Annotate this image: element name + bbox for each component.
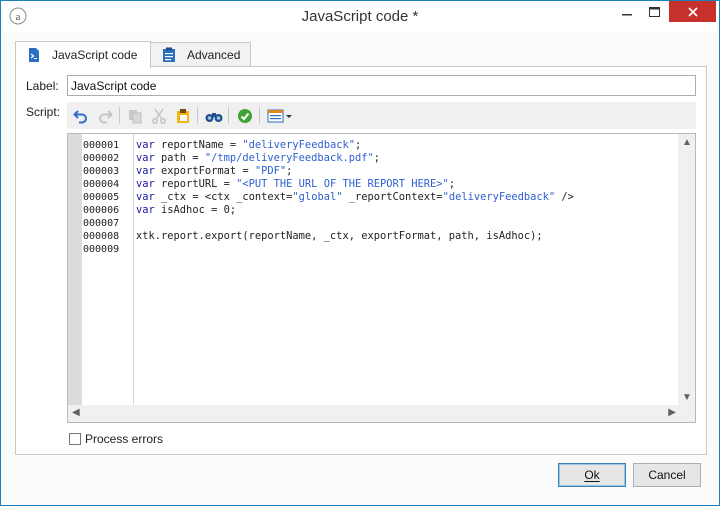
process-errors-checkbox[interactable] <box>69 433 81 445</box>
cut-button[interactable] <box>149 106 169 126</box>
window-title: JavaScript code * <box>301 8 419 25</box>
editor-margin <box>68 134 82 406</box>
title-bar[interactable]: a JavaScript code * <box>1 1 719 32</box>
line-number: 000001 <box>83 140 120 151</box>
line-number: 000002 <box>83 153 120 164</box>
binoculars-icon <box>205 113 223 122</box>
check-syntax-button[interactable] <box>235 106 255 126</box>
maximize-button[interactable] <box>641 1 667 22</box>
check-circle-icon <box>238 109 252 123</box>
process-errors-label[interactable]: Process errors <box>85 432 163 446</box>
redo-button[interactable] <box>95 106 115 126</box>
script-editor[interactable]: 000001 000002 000003 000004 000005 00000… <box>67 133 696 423</box>
horizontal-scrollbar[interactable]: ◀ ▶ <box>68 405 680 422</box>
code-line: var reportURL = "<PUT THE URL OF THE REP… <box>136 178 456 190</box>
scroll-right-icon[interactable]: ▶ <box>668 407 676 418</box>
toolbar-separator <box>228 107 229 124</box>
toolbar-separator <box>119 107 120 124</box>
scroll-left-icon[interactable]: ◀ <box>72 407 80 418</box>
toolbar-separator <box>197 107 198 124</box>
cancel-button[interactable]: Cancel <box>633 463 701 487</box>
scroll-up-icon[interactable]: ▲ <box>682 137 692 148</box>
ok-label: Ok <box>584 468 600 482</box>
script-toolbar <box>67 102 696 129</box>
line-number: 000003 <box>83 166 120 177</box>
line-number: 000009 <box>83 244 120 255</box>
clipboard-list-icon <box>163 47 175 62</box>
line-numbers: 000001 000002 000003 000004 000005 00000… <box>83 139 133 256</box>
code-line: var reportName = "deliveryFeedback"; <box>136 139 362 151</box>
dialog-window: a JavaScript code * JavaScript code Adva… <box>0 0 720 506</box>
close-icon <box>687 6 698 17</box>
undo-button[interactable] <box>71 106 91 126</box>
copy-icon <box>129 110 142 124</box>
script-caption: Script: <box>26 105 61 119</box>
insert-field-icon <box>267 109 292 123</box>
minimize-icon <box>622 13 632 15</box>
line-number: 000006 <box>83 205 120 216</box>
line-number: 000005 <box>83 192 120 203</box>
tab-label: JavaScript code <box>52 48 138 62</box>
ok-button[interactable]: Ok <box>558 463 626 487</box>
tab-panel: Label: Script: <box>15 66 707 455</box>
copy-button[interactable] <box>125 106 145 126</box>
code-line: xtk.report.export(reportName, _ctx, expo… <box>136 230 543 242</box>
toolbar-separator <box>259 107 260 124</box>
line-number: 000008 <box>83 231 120 242</box>
vertical-scrollbar[interactable]: ▲ ▼ <box>678 134 695 406</box>
code-line: var isAdhoc = 0; <box>136 204 237 216</box>
label-caption: Label: <box>26 79 59 93</box>
scroll-down-icon[interactable]: ▼ <box>682 392 692 403</box>
code-area[interactable]: var reportName = "deliveryFeedback"; var … <box>136 139 574 256</box>
code-line: var _ctx = <ctx _context="global" _repor… <box>136 191 574 203</box>
clipboard-icon <box>177 109 189 123</box>
line-number: 000007 <box>83 218 120 229</box>
scissors-icon <box>152 108 166 124</box>
find-button[interactable] <box>204 106 224 126</box>
tab-label: Advanced <box>187 48 241 62</box>
insert-dropdown-button[interactable] <box>266 106 296 126</box>
tab-advanced[interactable]: Advanced <box>150 42 251 67</box>
gutter-divider <box>133 134 134 406</box>
close-button[interactable] <box>669 1 716 22</box>
scrollbar-corner <box>678 405 695 422</box>
redo-icon <box>99 110 113 124</box>
code-line: var exportFormat = "PDF"; <box>136 165 293 177</box>
line-number: 000004 <box>83 179 120 190</box>
label-input[interactable] <box>67 75 696 96</box>
undo-icon <box>73 110 87 124</box>
maximize-icon <box>648 6 660 17</box>
code-line: var path = "/tmp/deliveryFeedback.pdf"; <box>136 152 380 164</box>
minimize-button[interactable] <box>614 1 640 22</box>
script-file-icon <box>29 48 39 62</box>
paste-button[interactable] <box>173 106 193 126</box>
tab-javascript-code[interactable]: JavaScript code <box>15 41 151 68</box>
